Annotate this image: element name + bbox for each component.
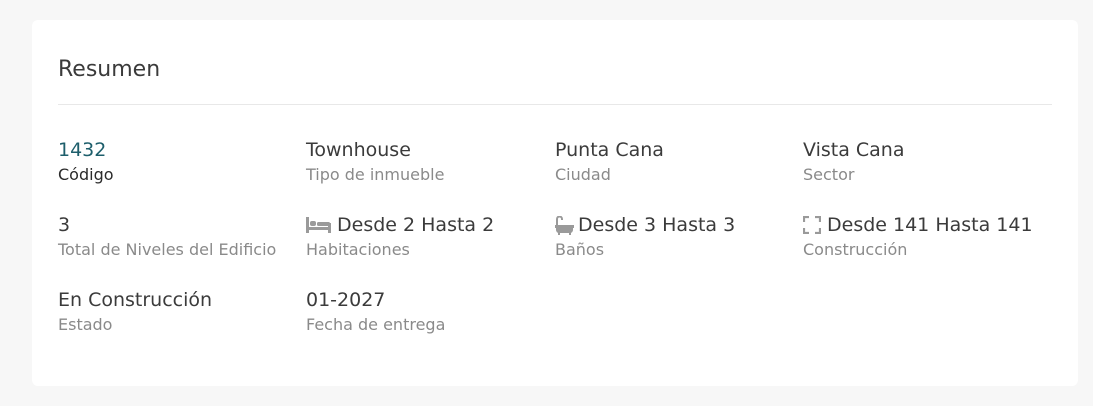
divider — [58, 104, 1052, 105]
construction-value: Desde 141 Hasta 141 — [827, 214, 1033, 236]
delivery-date-label: Fecha de entrega — [306, 315, 446, 334]
levels-value: 3 — [58, 214, 71, 236]
city-item: Punta Cana Ciudad — [555, 138, 795, 185]
status-value: En Construcción — [58, 289, 213, 311]
levels-label: Total de Niveles del Edificio — [58, 240, 277, 259]
status-label: Estado — [58, 315, 113, 334]
bathrooms-item: Desde 3 Hasta 3 Baños — [555, 213, 795, 260]
levels-item: 3 Total de Niveles del Edificio — [58, 213, 298, 260]
city-value: Punta Cana — [555, 139, 664, 161]
sector-label: Sector — [803, 165, 855, 184]
status-item: En Construcción Estado — [58, 288, 298, 335]
bedrooms-label: Habitaciones — [306, 240, 410, 259]
bedrooms-value: Desde 2 Hasta 2 — [337, 214, 495, 236]
bedrooms-item: Desde 2 Hasta 2 Habitaciones — [306, 213, 546, 260]
summary-title: Resumen — [58, 57, 161, 82]
summary-card: Resumen 1432 Código Townhouse Tipo de in… — [32, 20, 1078, 386]
code-label: Código — [58, 165, 114, 184]
property-type-item: Townhouse Tipo de inmueble — [306, 138, 546, 185]
bathrooms-value: Desde 3 Hasta 3 — [578, 214, 736, 236]
code-item: 1432 Código — [58, 138, 298, 185]
area-icon — [803, 216, 821, 234]
bathrooms-label: Baños — [555, 240, 605, 259]
construction-label: Construcción — [803, 240, 908, 259]
sector-item: Vista Cana Sector — [803, 138, 1043, 185]
code-value: 1432 — [58, 139, 107, 161]
property-type-value: Townhouse — [306, 139, 411, 161]
construction-item: Desde 141 Hasta 141 Construcción — [803, 213, 1043, 260]
delivery-date-value: 01-2027 — [306, 289, 386, 311]
delivery-date-item: 01-2027 Fecha de entrega — [306, 288, 546, 335]
bed-icon — [306, 217, 331, 233]
bathtub-icon — [555, 215, 574, 235]
sector-value: Vista Cana — [803, 139, 905, 161]
property-type-label: Tipo de inmueble — [306, 165, 445, 184]
city-label: Ciudad — [555, 165, 611, 184]
